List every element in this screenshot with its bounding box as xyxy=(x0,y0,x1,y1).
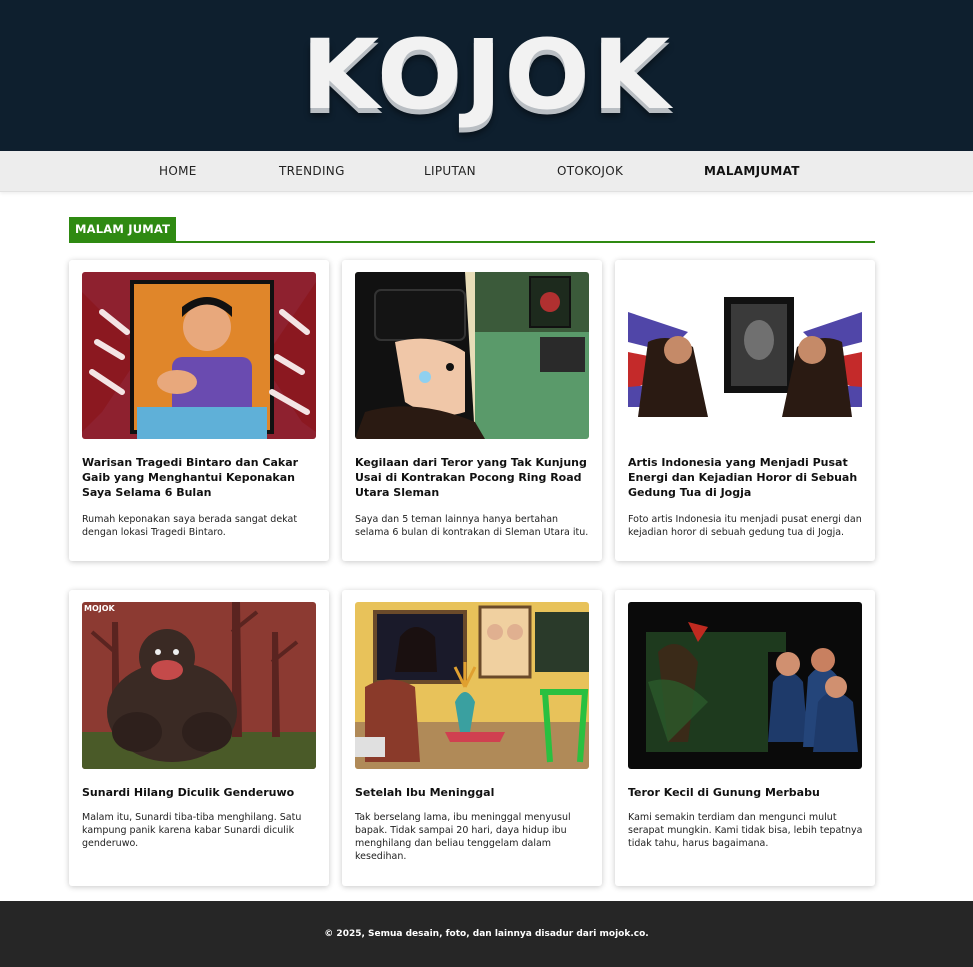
nav-item-trending[interactable]: TRENDING xyxy=(279,151,345,191)
article-card[interactable]: Warisan Tragedi Bintaro dan Cakar Gaib y… xyxy=(69,260,329,561)
nav-item-malamjumat[interactable]: MALAMJUMAT xyxy=(704,151,800,191)
article-excerpt: Saya dan 5 teman lainnya hanya bertahan … xyxy=(355,514,589,538)
article-card[interactable]: Artis Indonesia yang Menjadi Pusat Energ… xyxy=(615,260,875,561)
article-title[interactable]: Teror Kecil di Gunung Merbabu xyxy=(628,785,864,800)
article-thumbnail[interactable]: MOJOK xyxy=(82,602,316,769)
article-card[interactable]: Kegilaan dari Teror yang Tak Kunjung Usa… xyxy=(342,260,602,561)
article-excerpt: Foto artis Indonesia itu menjadi pusat e… xyxy=(628,514,862,538)
article-title[interactable]: Sunardi Hilang Diculik Genderuwo xyxy=(82,785,318,800)
article-thumbnail[interactable] xyxy=(355,602,589,769)
illustration-image xyxy=(355,272,589,439)
article-card[interactable]: Teror Kecil di Gunung Merbabu Kami semak… xyxy=(615,590,875,886)
article-title[interactable]: Kegilaan dari Teror yang Tak Kunjung Usa… xyxy=(355,455,591,500)
article-excerpt: Malam itu, Sunardi tiba-tiba menghilang.… xyxy=(82,812,302,849)
article-card[interactable]: MOJOK Sunardi Hilang Diculik Genderuwo M… xyxy=(69,590,329,886)
article-title[interactable]: Artis Indonesia yang Menjadi Pusat Energ… xyxy=(628,455,864,500)
site-footer: © 2025, Semua desain, foto, dan lainnya … xyxy=(0,901,973,967)
article-excerpt: Rumah keponakan saya berada sangat dekat… xyxy=(82,514,298,538)
article-thumbnail[interactable] xyxy=(82,272,316,439)
section-title: MALAM JUMAT xyxy=(69,217,177,241)
logo-text: KOJOK xyxy=(300,18,673,131)
illustration-image: MOJOK xyxy=(82,602,316,769)
nav-item-home[interactable]: HOME xyxy=(159,151,197,191)
illustration-image xyxy=(628,272,862,439)
illustration-image xyxy=(628,602,862,769)
nav-item-otokojok[interactable]: OTOKOJOK xyxy=(557,151,623,191)
article-thumbnail[interactable] xyxy=(628,272,862,439)
illustration-image xyxy=(355,602,589,769)
site-logo[interactable]: KOJOK xyxy=(0,0,973,151)
article-thumbnail[interactable] xyxy=(355,272,589,439)
main-nav: HOME TRENDING LIPUTAN OTOKOJOK MALAMJUMA… xyxy=(0,151,973,192)
section-header: MALAM JUMAT xyxy=(69,217,875,243)
article-thumbnail[interactable] xyxy=(628,602,862,769)
article-card[interactable]: Setelah Ibu Meninggal Tak berselang lama… xyxy=(342,590,602,886)
article-excerpt: Tak berselang lama, ibu meninggal menyus… xyxy=(355,812,571,862)
illustration-image xyxy=(82,272,316,439)
article-title[interactable]: Warisan Tragedi Bintaro dan Cakar Gaib y… xyxy=(82,455,318,500)
copyright-text: © 2025, Semua desain, foto, dan lainnya … xyxy=(324,929,649,939)
thumbnail-label: MOJOK xyxy=(84,604,116,613)
nav-item-liputan[interactable]: LIPUTAN xyxy=(424,151,476,191)
site-header: KOJOK xyxy=(0,0,973,151)
article-title[interactable]: Setelah Ibu Meninggal xyxy=(355,785,591,800)
article-excerpt: Kami semakin terdiam dan mengunci mulut … xyxy=(628,812,863,849)
